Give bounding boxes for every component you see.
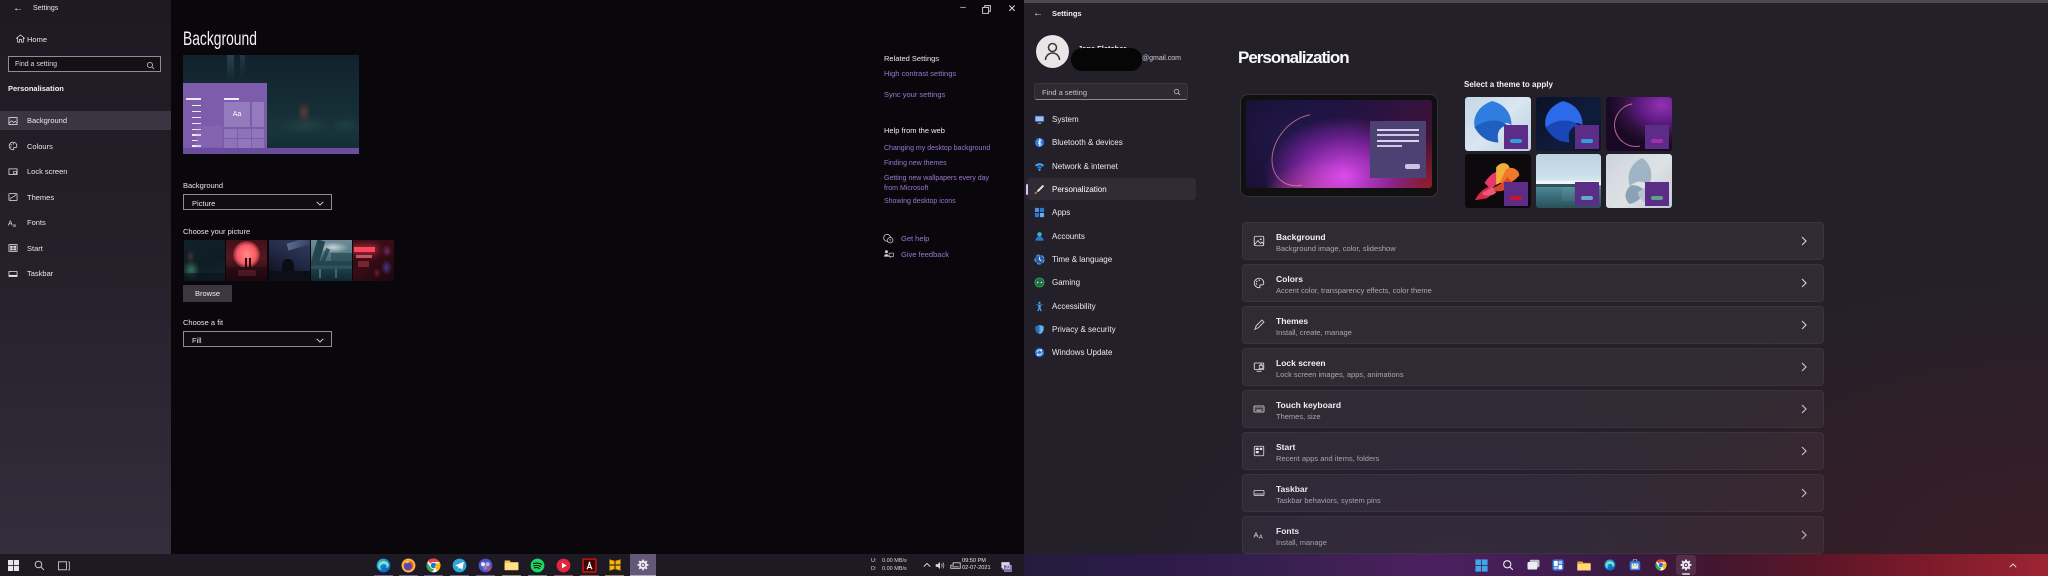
svg-text:A: A [1254,531,1259,540]
svg-text:a: a [13,222,16,227]
svg-text:A: A [1259,535,1263,541]
svg-text:A: A [8,220,13,227]
